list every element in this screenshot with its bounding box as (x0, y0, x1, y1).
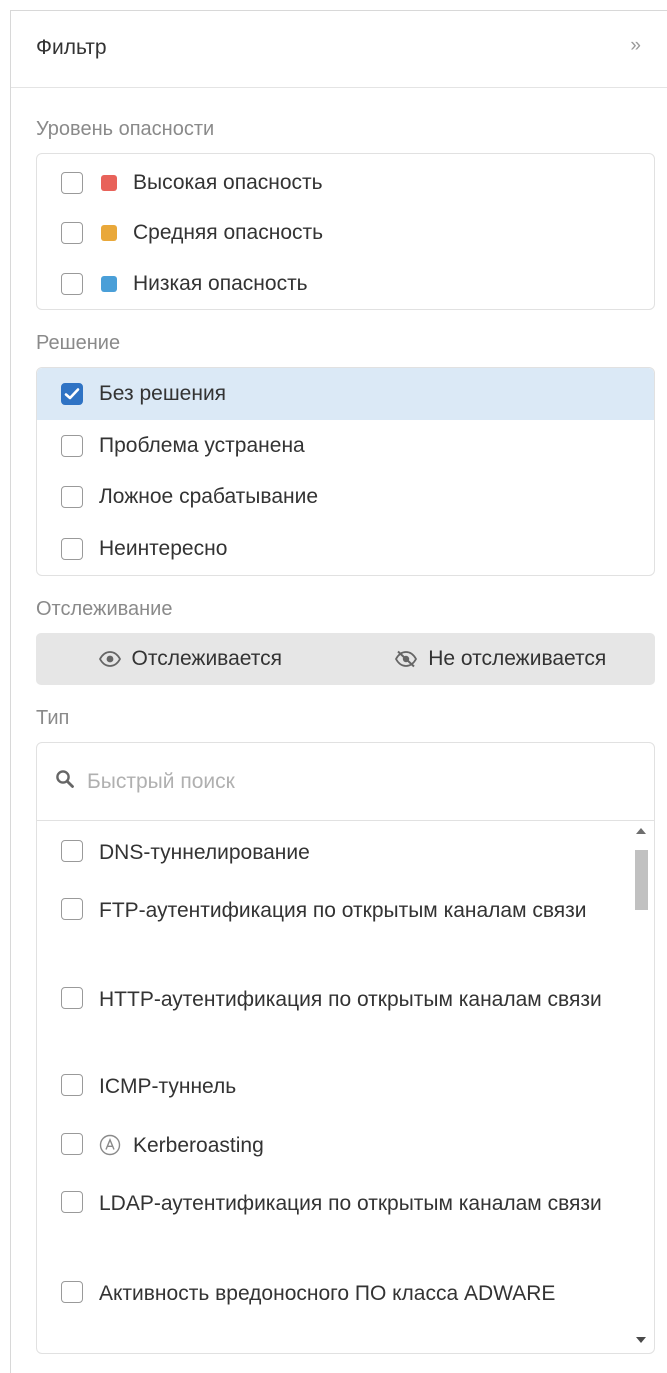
list-item-label: Активность вредоносного ПО класса ADWARE (99, 1282, 556, 1305)
tracking-option-label: Отслеживается (131, 647, 283, 670)
severity-label: Уровень опасности (36, 118, 215, 140)
list-item[interactable]: Kerberoasting (61, 1130, 614, 1161)
panel-title: Фильтр (36, 36, 107, 59)
tracking-label: Отслеживание (36, 598, 173, 620)
checkbox[interactable] (61, 898, 83, 920)
severity-box: Высокая опасность Средняя опасность Низк… (36, 153, 655, 310)
checkbox[interactable] (61, 1191, 83, 1213)
list-item[interactable]: Активность вредоносного ПО класса ADWARE (61, 1278, 614, 1309)
quick-search (37, 743, 654, 821)
list-item-label: Kerberoasting (133, 1134, 264, 1157)
panel-header: Фильтр » (11, 11, 667, 88)
resolution-item-not-interesting[interactable]: Неинтересно (37, 523, 654, 575)
search-input[interactable] (87, 769, 587, 794)
eye-slash-icon (394, 650, 418, 668)
high-severity-icon (101, 175, 117, 191)
resolution-item-label: Без решения (99, 382, 227, 405)
resolution-item-label: Проблема устранена (99, 434, 305, 457)
checkbox[interactable] (61, 222, 83, 244)
collapse-icon[interactable]: » (630, 35, 641, 57)
checkbox[interactable] (61, 538, 83, 560)
list-item[interactable]: ICMP-туннель (61, 1071, 614, 1102)
list-item-label: LDAP-аутентификация по открытым каналам … (99, 1192, 602, 1215)
checkbox[interactable] (61, 1133, 83, 1155)
scroll-up-icon[interactable] (628, 826, 654, 840)
checkbox[interactable] (61, 172, 83, 194)
tracking-toggle: Отслеживается Не отслеживается (36, 633, 655, 685)
type-list: DNS-туннелирование FTP-аутентификация по… (37, 822, 654, 1353)
tracking-option-untracked[interactable]: Не отслеживается (346, 633, 656, 685)
list-item[interactable]: HTTP-аутентификация по открытым каналам … (61, 984, 614, 1015)
list-item-label: ICMP-туннель (99, 1075, 237, 1098)
resolution-item-fixed[interactable]: Проблема устранена (37, 420, 654, 472)
scroll-thumb[interactable] (635, 850, 648, 910)
checkbox[interactable] (61, 840, 83, 862)
list-item[interactable]: LDAP-аутентификация по открытым каналам … (61, 1188, 614, 1219)
eye-icon (99, 651, 122, 667)
medium-severity-icon (101, 225, 117, 241)
checkbox[interactable] (61, 1281, 83, 1303)
severity-item-low[interactable]: Низкая опасность (37, 258, 654, 310)
low-severity-icon (101, 276, 117, 292)
scroll-down-icon[interactable] (628, 1335, 654, 1349)
list-item[interactable]: DNS-туннелирование (61, 837, 614, 868)
checkbox[interactable] (61, 1074, 83, 1096)
circled-a-icon (99, 1134, 121, 1161)
list-item[interactable]: FTP-аутентификация по открытым каналам с… (61, 895, 614, 926)
checkbox[interactable] (61, 273, 83, 295)
resolution-item-false-positive[interactable]: Ложное срабатывание (37, 471, 654, 523)
checkbox[interactable] (61, 486, 83, 508)
check-icon (64, 388, 80, 400)
checkbox-checked[interactable] (61, 383, 83, 405)
severity-item-label: Низкая опасность (133, 272, 308, 295)
search-icon (55, 769, 75, 794)
list-item-label: HTTP-аутентификация по открытым каналам … (99, 988, 602, 1011)
severity-item-label: Средняя опасность (133, 221, 324, 244)
severity-item-high[interactable]: Высокая опасность (37, 157, 654, 209)
tracking-option-label: Не отслеживается (428, 647, 607, 670)
severity-item-label: Высокая опасность (133, 171, 323, 194)
filter-panel: Фильтр » Уровень опасности Высокая опасн… (10, 10, 667, 1373)
type-box: DNS-туннелирование FTP-аутентификация по… (36, 742, 655, 1354)
scrollbar[interactable] (628, 822, 654, 1353)
tracking-option-tracked[interactable]: Отслеживается (36, 633, 346, 685)
resolution-item-no-resolution[interactable]: Без решения (37, 368, 654, 420)
checkbox[interactable] (61, 435, 83, 457)
list-item-label: DNS-туннелирование (99, 841, 310, 864)
severity-item-medium[interactable]: Средняя опасность (37, 207, 654, 259)
resolution-item-label: Ложное срабатывание (99, 485, 319, 508)
resolution-box: Без решения Проблема устранена Ложное ср… (36, 367, 655, 576)
checkbox[interactable] (61, 987, 83, 1009)
list-item-label: FTP-аутентификация по открытым каналам с… (99, 899, 587, 922)
type-label: Тип (36, 707, 70, 729)
resolution-label: Решение (36, 332, 121, 354)
resolution-item-label: Неинтересно (99, 537, 228, 560)
